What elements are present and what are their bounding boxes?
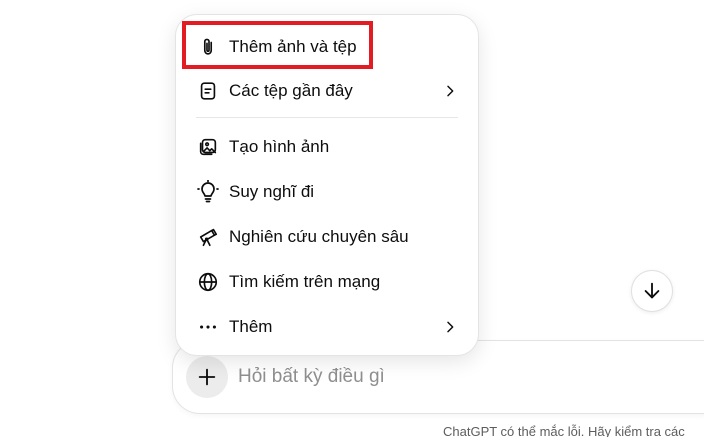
scroll-to-bottom-button[interactable]	[631, 270, 673, 312]
document-icon	[196, 79, 220, 103]
menu-item-more[interactable]: Thêm	[188, 307, 466, 347]
menu-item-deep-research[interactable]: Nghiên cứu chuyên sâu	[188, 217, 466, 257]
arrow-down-icon	[641, 280, 663, 302]
menu-item-recent-files[interactable]: Các tệp gần đây	[188, 71, 466, 111]
attach-plus-button[interactable]	[186, 356, 228, 398]
chevron-right-icon	[440, 81, 460, 101]
paperclip-icon	[196, 35, 220, 59]
attachment-menu: Thêm ảnh và tệp Các tệp gần đây Tạo hình…	[175, 14, 479, 356]
chevron-right-icon	[440, 317, 460, 337]
menu-item-label: Các tệp gần đây	[229, 81, 353, 100]
menu-item-label: Tìm kiếm trên mạng	[229, 272, 381, 291]
menu-item-label: Suy nghĩ đi	[229, 182, 315, 201]
plus-icon	[196, 366, 218, 388]
menu-divider	[196, 117, 458, 118]
telescope-icon	[196, 225, 220, 249]
menu-item-label: Nghiên cứu chuyên sâu	[229, 227, 409, 246]
menu-item-web-search[interactable]: Tìm kiếm trên mạng	[188, 262, 466, 302]
image-create-icon	[196, 135, 220, 159]
menu-item-add-photos-files[interactable]: Thêm ảnh và tệp	[188, 27, 466, 67]
disclaimer-note: ChatGPT có thể mắc lỗi. Hãy kiểm tra các	[443, 424, 685, 437]
chat-page: Hỏi bất kỳ điều gì ChatGPT có thể mắc lỗ…	[0, 0, 704, 437]
menu-item-think[interactable]: Suy nghĩ đi	[188, 172, 466, 212]
menu-item-label: Tạo hình ảnh	[229, 137, 330, 156]
prompt-input-placeholder[interactable]: Hỏi bất kỳ điều gì	[238, 366, 385, 388]
globe-icon	[196, 270, 220, 294]
lightbulb-icon	[196, 180, 220, 204]
menu-item-label: Thêm	[229, 317, 273, 336]
menu-item-label: Thêm ảnh và tệp	[229, 37, 357, 56]
menu-item-create-image[interactable]: Tạo hình ảnh	[188, 127, 466, 167]
more-dots-icon	[196, 315, 220, 339]
